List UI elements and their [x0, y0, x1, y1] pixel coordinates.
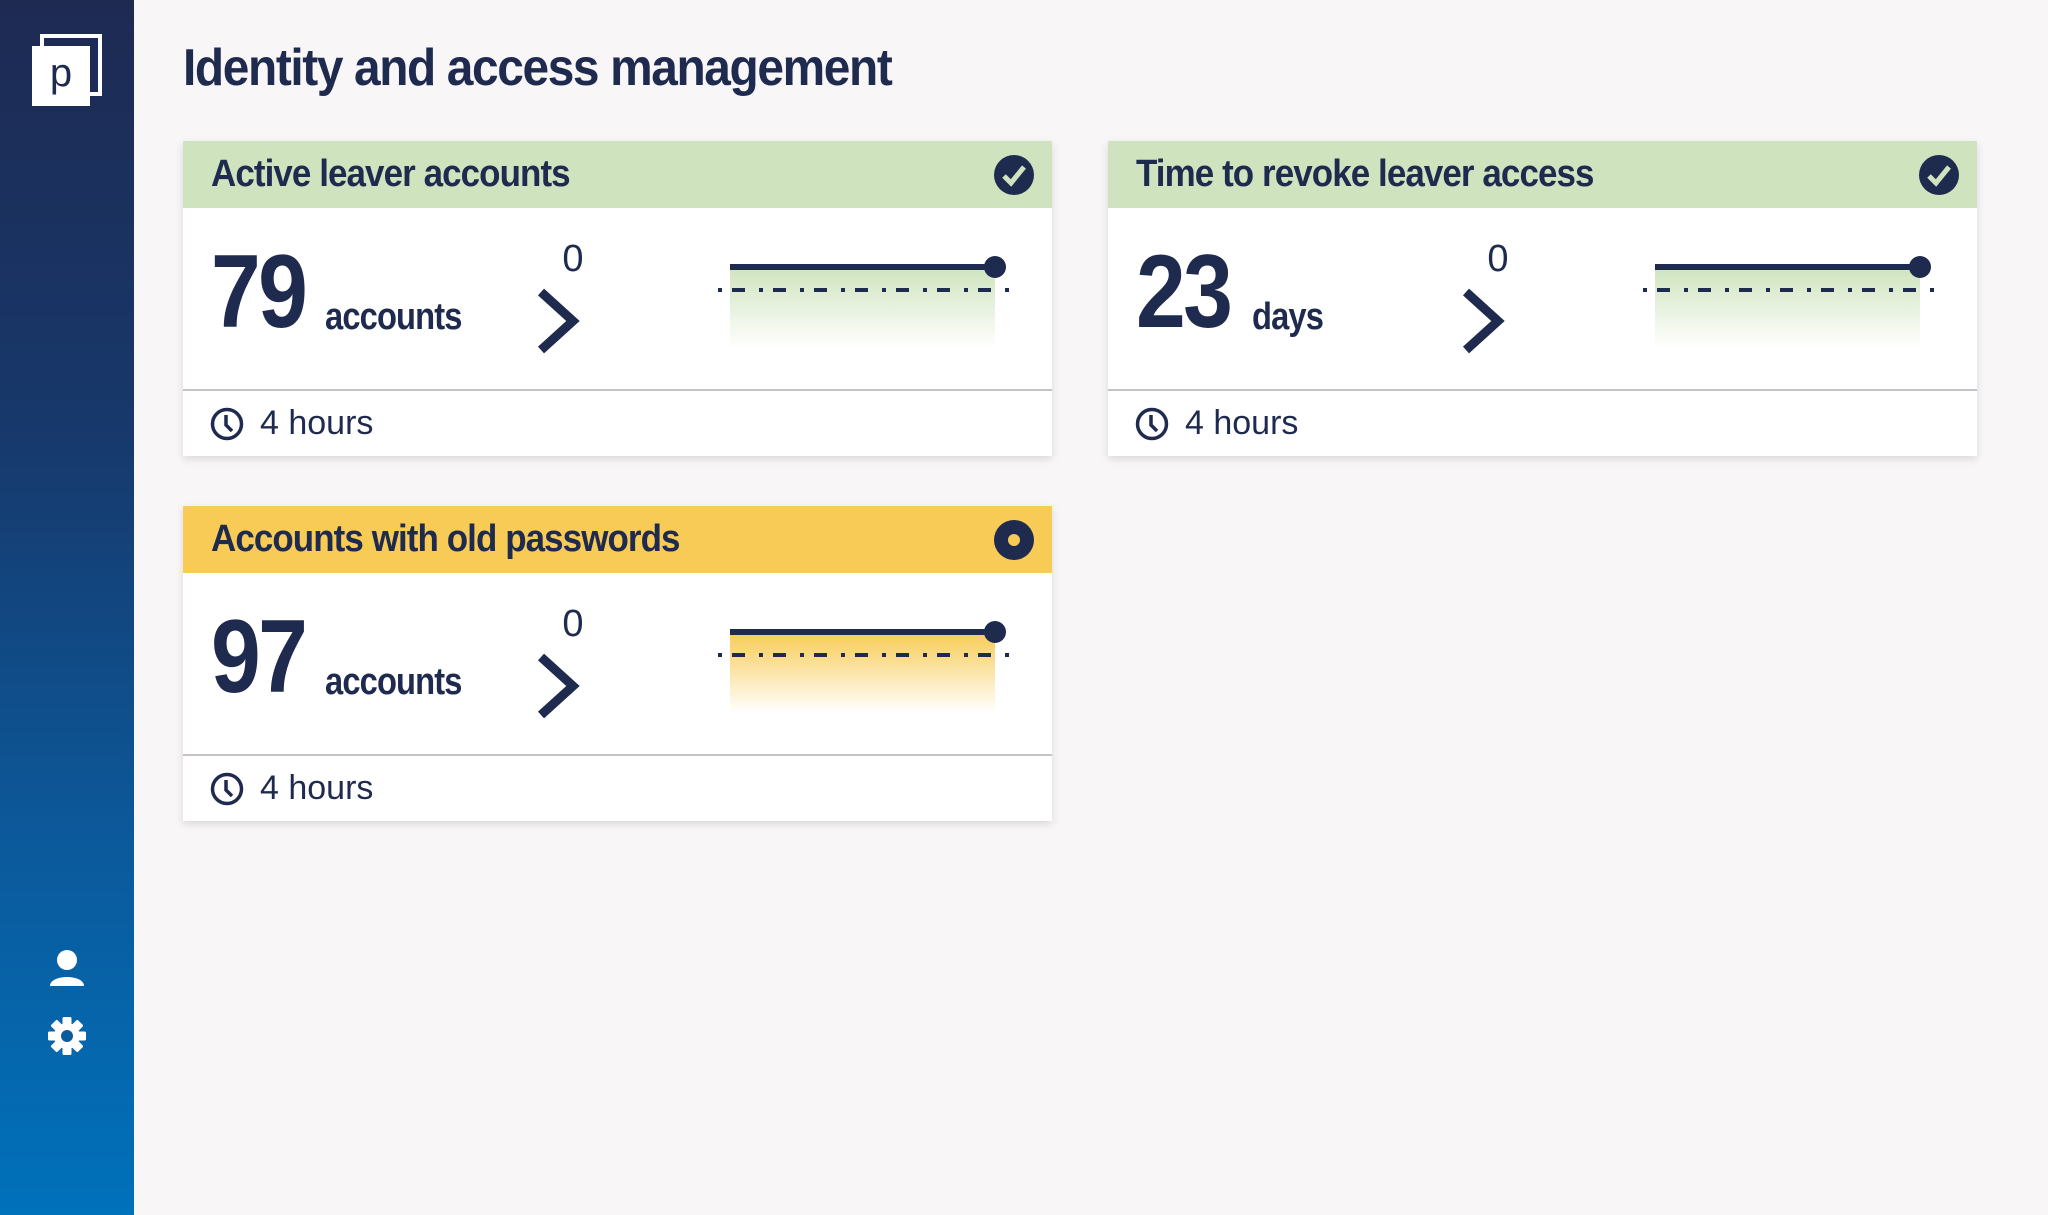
kpi-card-active-leaver-accounts[interactable]: Active leaver accounts 79 accounts 0 4 h… — [183, 141, 1052, 456]
card-header: Active leaver accounts — [183, 141, 1052, 208]
card-body: 97 accounts 0 — [183, 573, 1052, 756]
metric-value: 97 — [211, 599, 308, 715]
last-updated: 4 hours — [260, 404, 374, 442]
card-footer: 4 hours — [1108, 391, 1977, 456]
delta-value: 0 — [562, 238, 584, 280]
delta-value: 0 — [562, 603, 584, 645]
trend-sparkline — [718, 256, 1018, 348]
chevron-right-icon[interactable] — [535, 653, 583, 719]
card-header: Time to revoke leaver access — [1108, 141, 1977, 208]
sparkline-area — [730, 632, 995, 713]
card-header: Accounts with old passwords — [183, 506, 1052, 573]
chevron-right-icon[interactable] — [535, 288, 583, 354]
latest-point — [1909, 256, 1931, 278]
kpi-card-time-to-revoke[interactable]: Time to revoke leaver access 23 days 0 4… — [1108, 141, 1977, 456]
ring-icon — [994, 520, 1034, 560]
latest-point — [984, 256, 1006, 278]
user-icon[interactable] — [47, 948, 87, 988]
gear-icon[interactable] — [47, 1016, 87, 1056]
metric-value: 23 — [1136, 234, 1233, 350]
chevron-right-icon[interactable] — [1460, 288, 1508, 354]
card-body: 79 accounts 0 — [183, 208, 1052, 391]
delta-value: 0 — [1487, 238, 1509, 280]
logo-letter: p — [50, 51, 72, 95]
clock-icon — [210, 772, 244, 805]
card-title: Accounts with old passwords — [211, 518, 680, 560]
check-circle-icon — [994, 155, 1034, 195]
clock-icon — [1135, 407, 1169, 440]
metric-value: 79 — [211, 234, 308, 350]
latest-point — [984, 621, 1006, 643]
metric-unit: accounts — [325, 661, 462, 703]
check-circle-icon — [1919, 155, 1959, 195]
page-title: Identity and access management — [183, 39, 893, 97]
trend-sparkline — [1643, 256, 1943, 348]
clock-icon — [210, 407, 244, 440]
sparkline-area — [730, 267, 995, 348]
sparkline-area — [1655, 267, 1920, 348]
last-updated: 4 hours — [260, 769, 374, 807]
card-footer: 4 hours — [183, 391, 1052, 456]
card-body: 23 days 0 — [1108, 208, 1977, 391]
card-title: Active leaver accounts — [211, 153, 571, 195]
kpi-card-old-passwords[interactable]: Accounts with old passwords 97 accounts … — [183, 506, 1052, 821]
metric-unit: days — [1252, 296, 1324, 338]
trend-sparkline — [718, 621, 1018, 713]
card-title: Time to revoke leaver access — [1136, 153, 1594, 195]
metric-unit: accounts — [325, 296, 462, 338]
last-updated: 4 hours — [1185, 404, 1299, 442]
sidebar: p — [0, 0, 134, 1215]
card-footer: 4 hours — [183, 756, 1052, 821]
logo-icon[interactable]: p — [32, 34, 104, 106]
